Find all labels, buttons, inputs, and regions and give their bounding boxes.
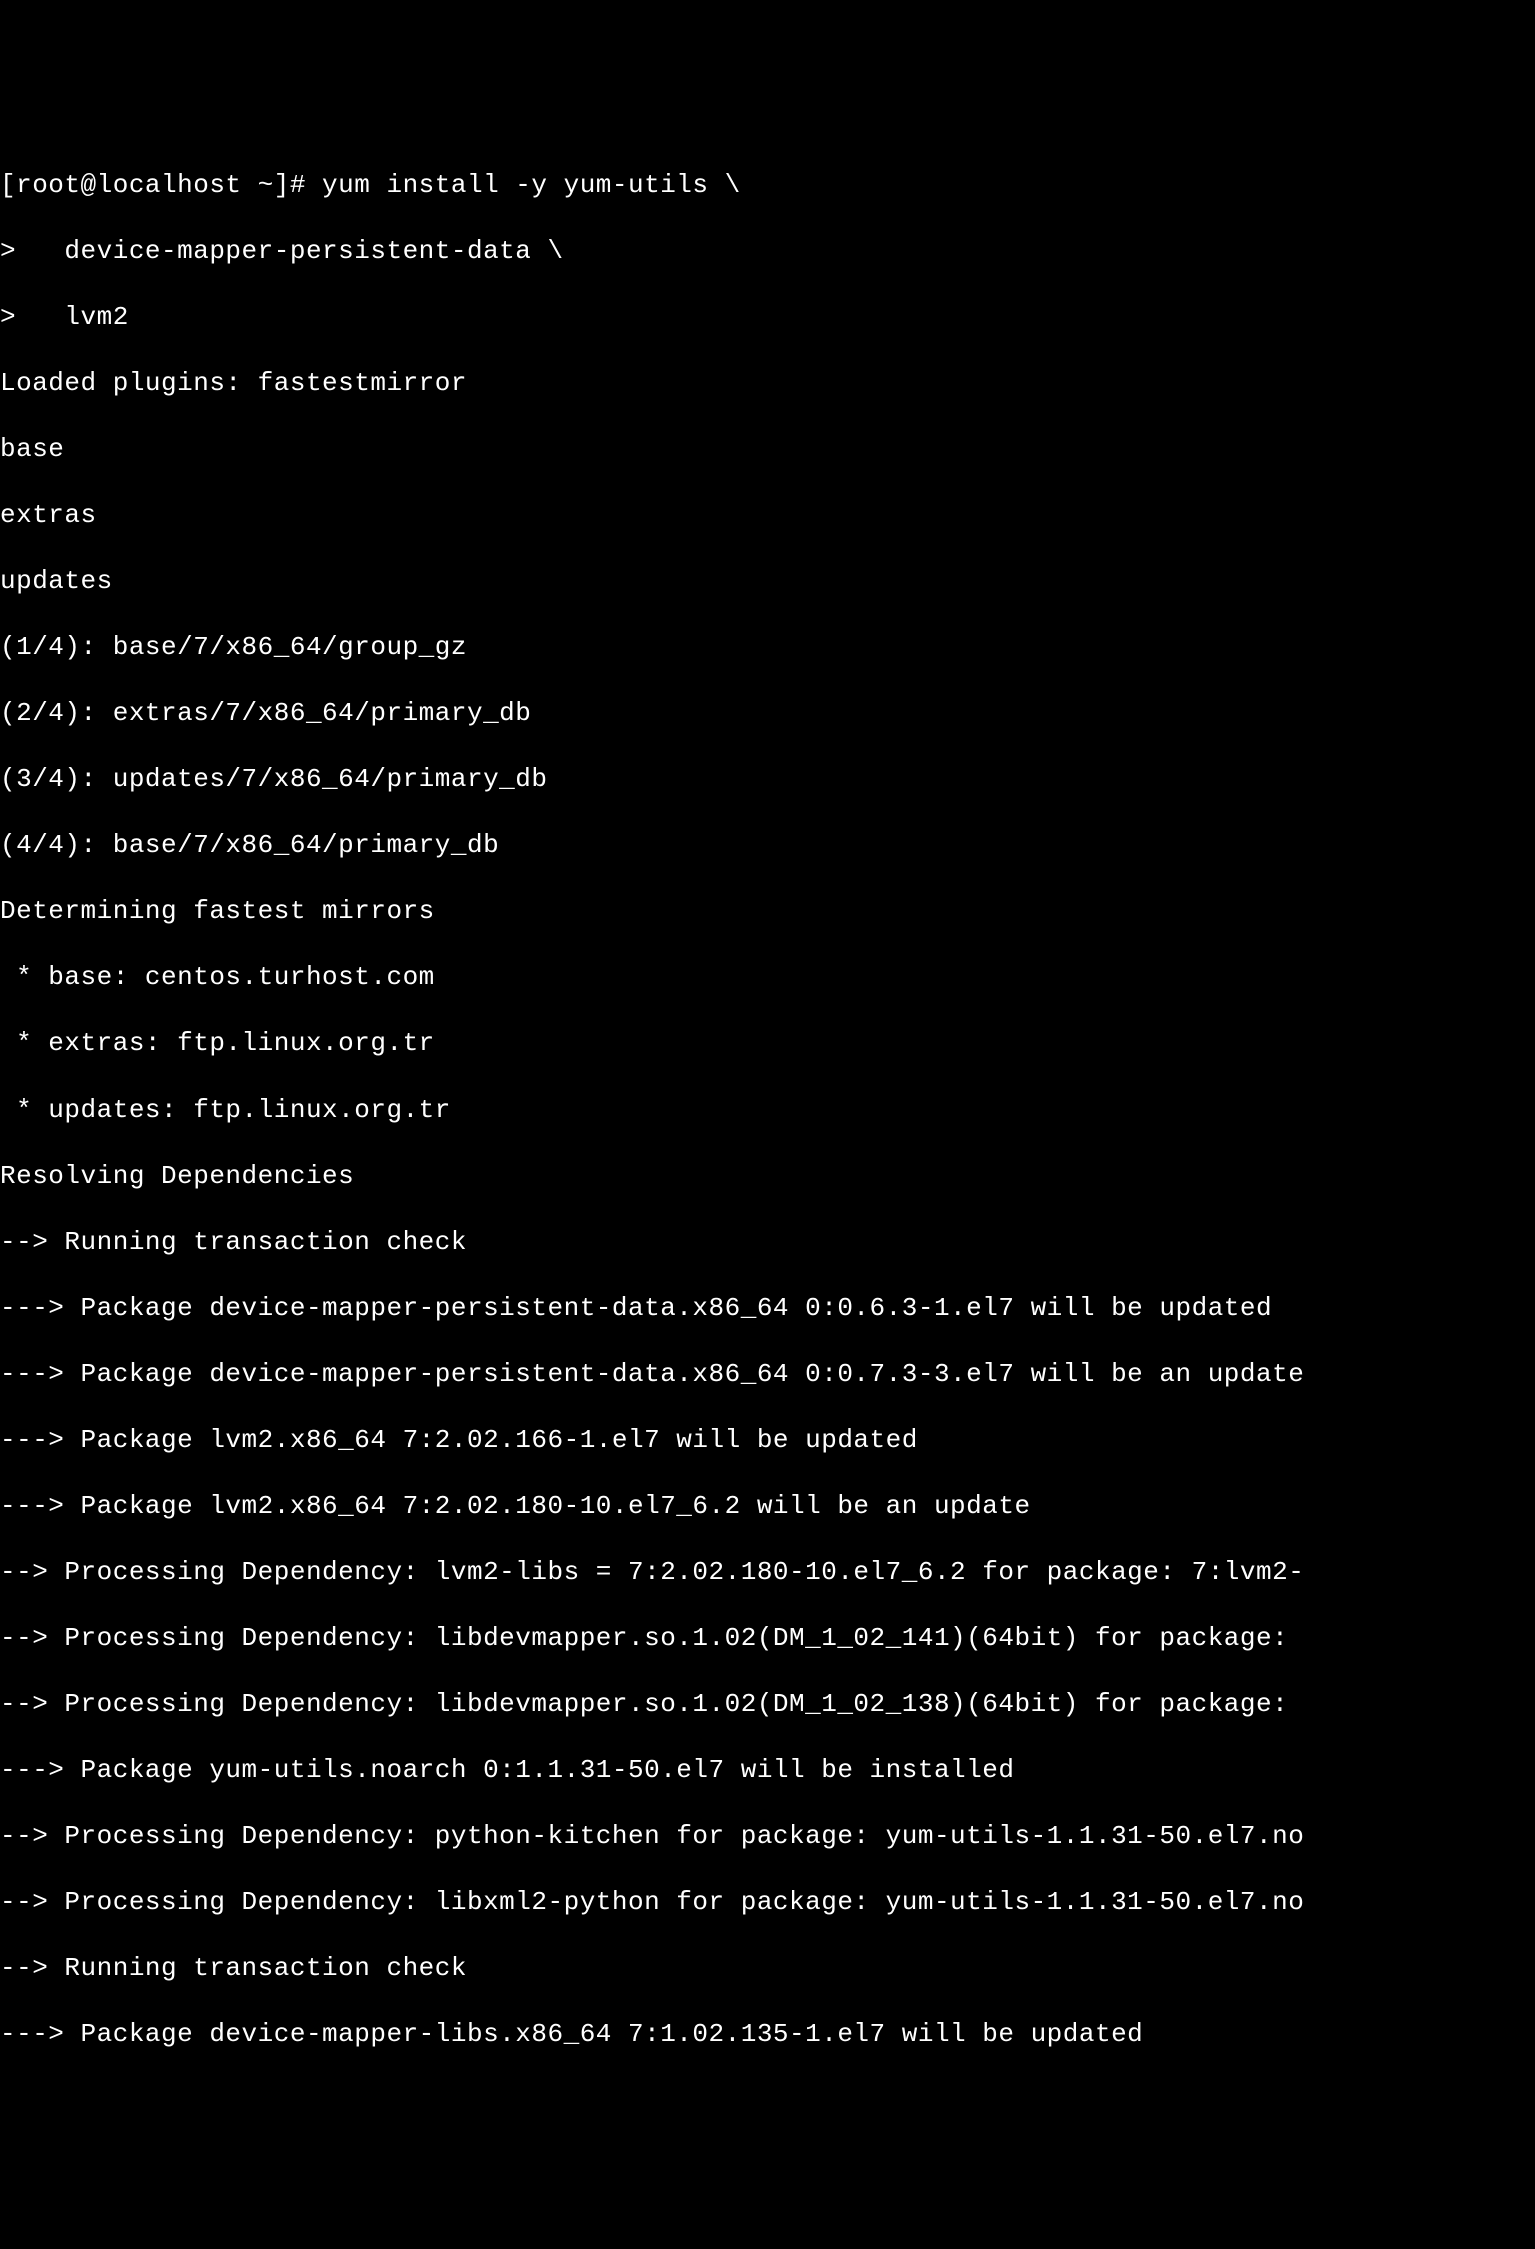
terminal-line: * extras: ftp.linux.org.tr	[0, 1027, 1535, 1060]
terminal-line: Loaded plugins: fastestmirror	[0, 367, 1535, 400]
terminal-line: --> Running transaction check	[0, 1952, 1535, 1985]
terminal-line: * base: centos.turhost.com	[0, 961, 1535, 994]
terminal-line: (1/4): base/7/x86_64/group_gz	[0, 631, 1535, 664]
terminal-line: * updates: ftp.linux.org.tr	[0, 1094, 1535, 1127]
terminal-line: --> Processing Dependency: lvm2-libs = 7…	[0, 1556, 1535, 1589]
terminal-line: ---> Package device-mapper-persistent-da…	[0, 1292, 1535, 1325]
terminal-line: [root@localhost ~]# yum install -y yum-u…	[0, 169, 1535, 202]
terminal-line: ---> Package device-mapper-persistent-da…	[0, 1358, 1535, 1391]
terminal-line: --> Processing Dependency: libxml2-pytho…	[0, 1886, 1535, 1919]
terminal-output[interactable]: [root@localhost ~]# yum install -y yum-u…	[0, 132, 1535, 2084]
terminal-line: (3/4): updates/7/x86_64/primary_db	[0, 763, 1535, 796]
terminal-line: --> Running transaction check	[0, 1226, 1535, 1259]
terminal-line: > lvm2	[0, 301, 1535, 334]
terminal-line: ---> Package yum-utils.noarch 0:1.1.31-5…	[0, 1754, 1535, 1787]
terminal-line: Resolving Dependencies	[0, 1160, 1535, 1193]
terminal-line: (2/4): extras/7/x86_64/primary_db	[0, 697, 1535, 730]
terminal-line: (4/4): base/7/x86_64/primary_db	[0, 829, 1535, 862]
terminal-line: updates	[0, 565, 1535, 598]
terminal-line: extras	[0, 499, 1535, 532]
terminal-line: Determining fastest mirrors	[0, 895, 1535, 928]
terminal-line: > device-mapper-persistent-data \	[0, 235, 1535, 268]
terminal-line: base	[0, 433, 1535, 466]
terminal-line: ---> Package lvm2.x86_64 7:2.02.180-10.e…	[0, 1490, 1535, 1523]
terminal-line: ---> Package device-mapper-libs.x86_64 7…	[0, 2018, 1535, 2051]
terminal-line: --> Processing Dependency: python-kitche…	[0, 1820, 1535, 1853]
terminal-line: ---> Package lvm2.x86_64 7:2.02.166-1.el…	[0, 1424, 1535, 1457]
terminal-line: --> Processing Dependency: libdevmapper.…	[0, 1688, 1535, 1721]
terminal-line: --> Processing Dependency: libdevmapper.…	[0, 1622, 1535, 1655]
